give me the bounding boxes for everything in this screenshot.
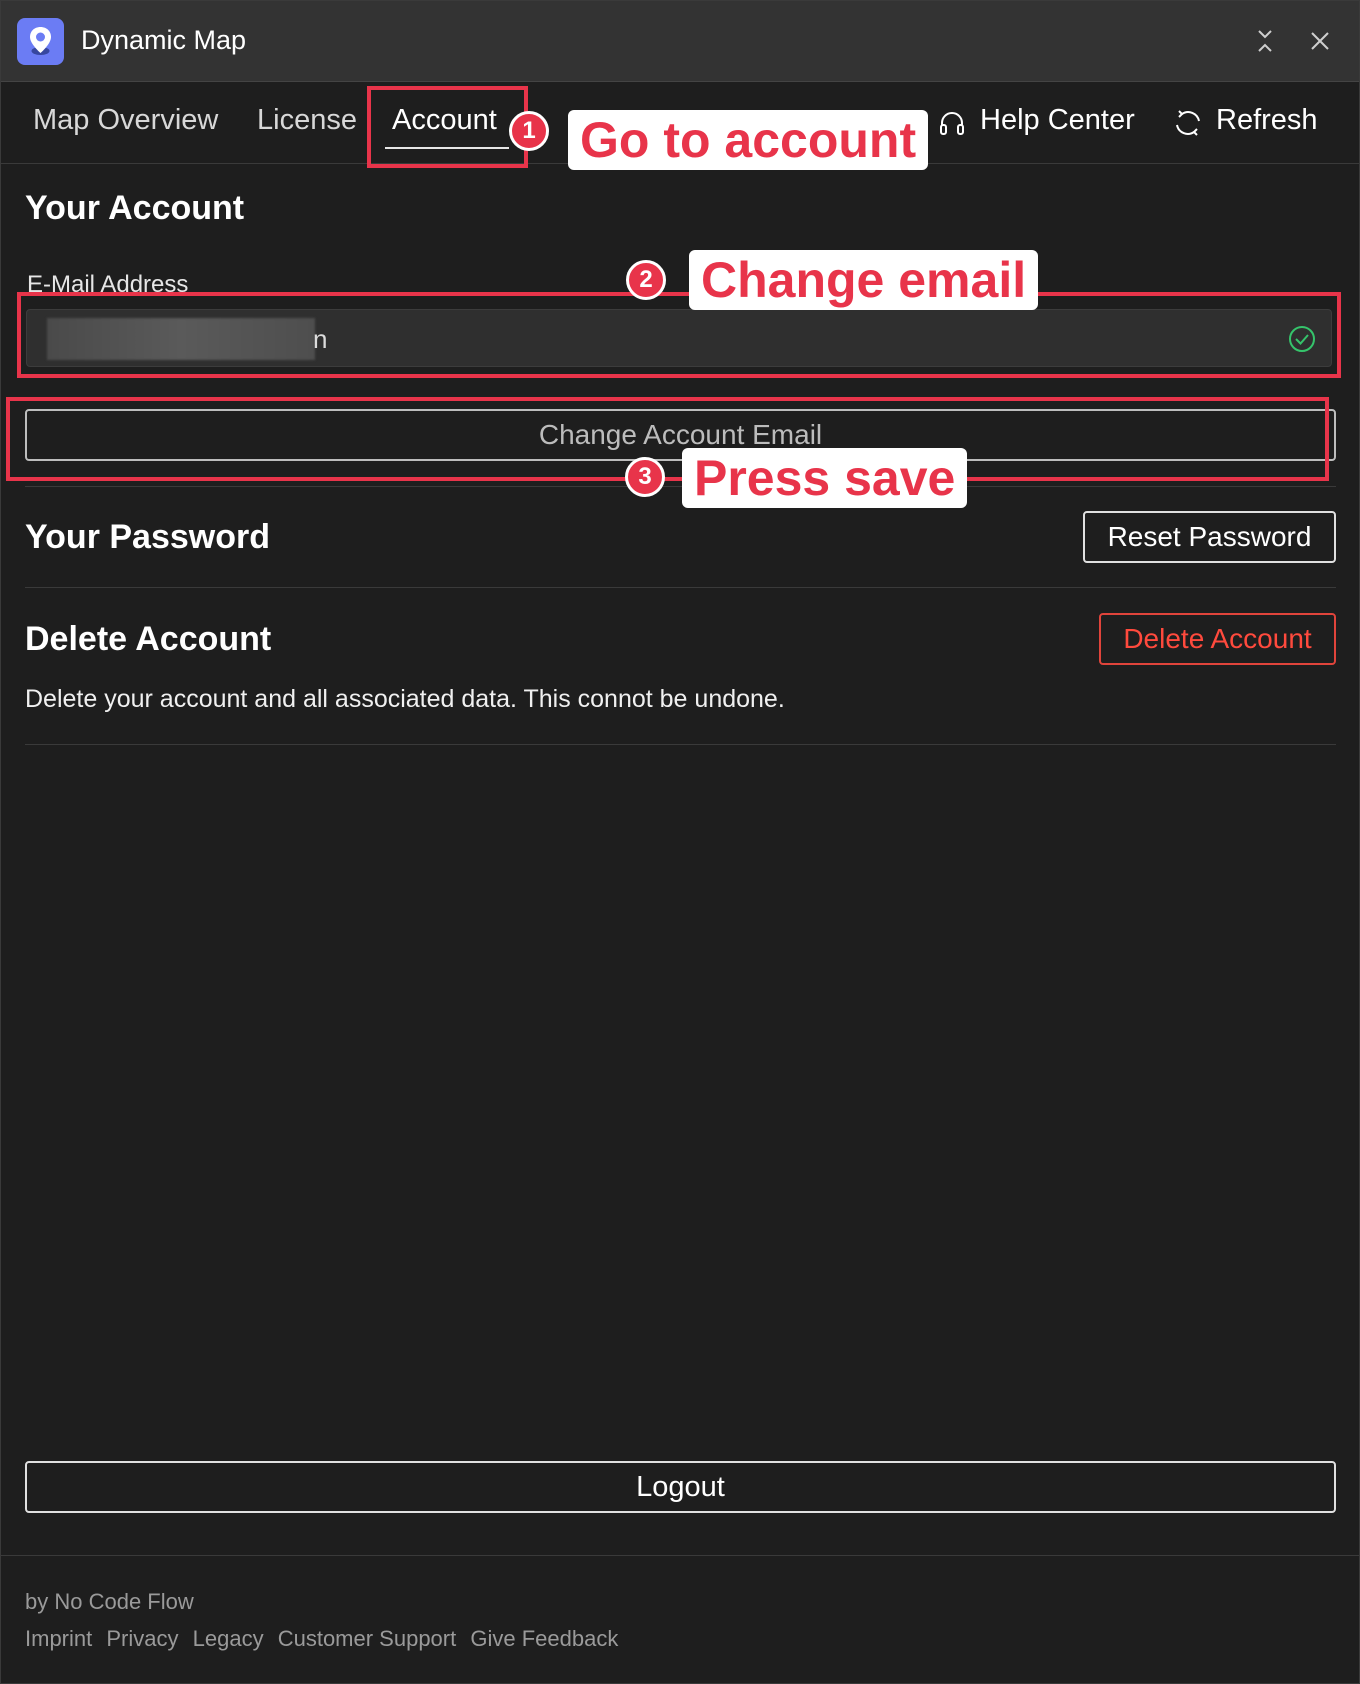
footer: by No Code Flow Imprint Privacy Legacy C… (1, 1555, 1359, 1684)
collapse-icon[interactable] (1251, 27, 1279, 55)
annotation-box-email-input (17, 292, 1341, 378)
map-pin-logo-icon (17, 18, 64, 65)
title-bar: Dynamic Map (1, 1, 1359, 82)
annotation-badge-2: 2 (626, 260, 666, 300)
tab-license[interactable]: License (257, 104, 357, 137)
delete-account-description: Delete your account and all associated d… (25, 685, 785, 713)
annotation-box-change-email-button (6, 397, 1329, 481)
refresh-button[interactable]: Refresh (1216, 104, 1318, 137)
annotation-label-go-to-account: Go to account (568, 110, 929, 170)
delete-account-button[interactable]: Delete Account (1099, 613, 1336, 665)
reset-password-button[interactable]: Reset Password (1083, 511, 1336, 563)
app-window: Dynamic Map Map Overview License Account… (0, 0, 1360, 1684)
divider (25, 744, 1336, 745)
footer-link-legacy[interactable]: Legacy (193, 1626, 264, 1651)
help-center-link[interactable]: Help Center (980, 104, 1135, 137)
annotation-box-account-tab (367, 86, 528, 168)
annotation-badge-3: 3 (625, 457, 665, 497)
footer-credit: by No Code Flow (25, 1589, 194, 1614)
divider (25, 587, 1336, 588)
footer-links: Imprint Privacy Legacy Customer Support … (25, 1626, 626, 1652)
annotation-badge-1: 1 (509, 111, 549, 151)
annotation-label-press-save: Press save (682, 448, 968, 508)
account-heading: Your Account (25, 189, 245, 227)
close-icon[interactable] (1306, 27, 1334, 55)
refresh-icon (1173, 108, 1203, 138)
footer-link-imprint[interactable]: Imprint (25, 1626, 92, 1651)
delete-account-heading: Delete Account (25, 620, 272, 658)
divider (25, 486, 1336, 487)
password-heading: Your Password (25, 518, 270, 556)
window-title: Dynamic Map (81, 25, 247, 55)
headphones-icon (937, 108, 967, 138)
footer-link-give-feedback[interactable]: Give Feedback (470, 1626, 618, 1651)
annotation-label-change-email: Change email (689, 250, 1039, 310)
footer-link-privacy[interactable]: Privacy (106, 1626, 178, 1651)
logout-button[interactable]: Logout (25, 1461, 1336, 1513)
tab-map-overview[interactable]: Map Overview (33, 104, 218, 137)
footer-link-customer-support[interactable]: Customer Support (278, 1626, 457, 1651)
